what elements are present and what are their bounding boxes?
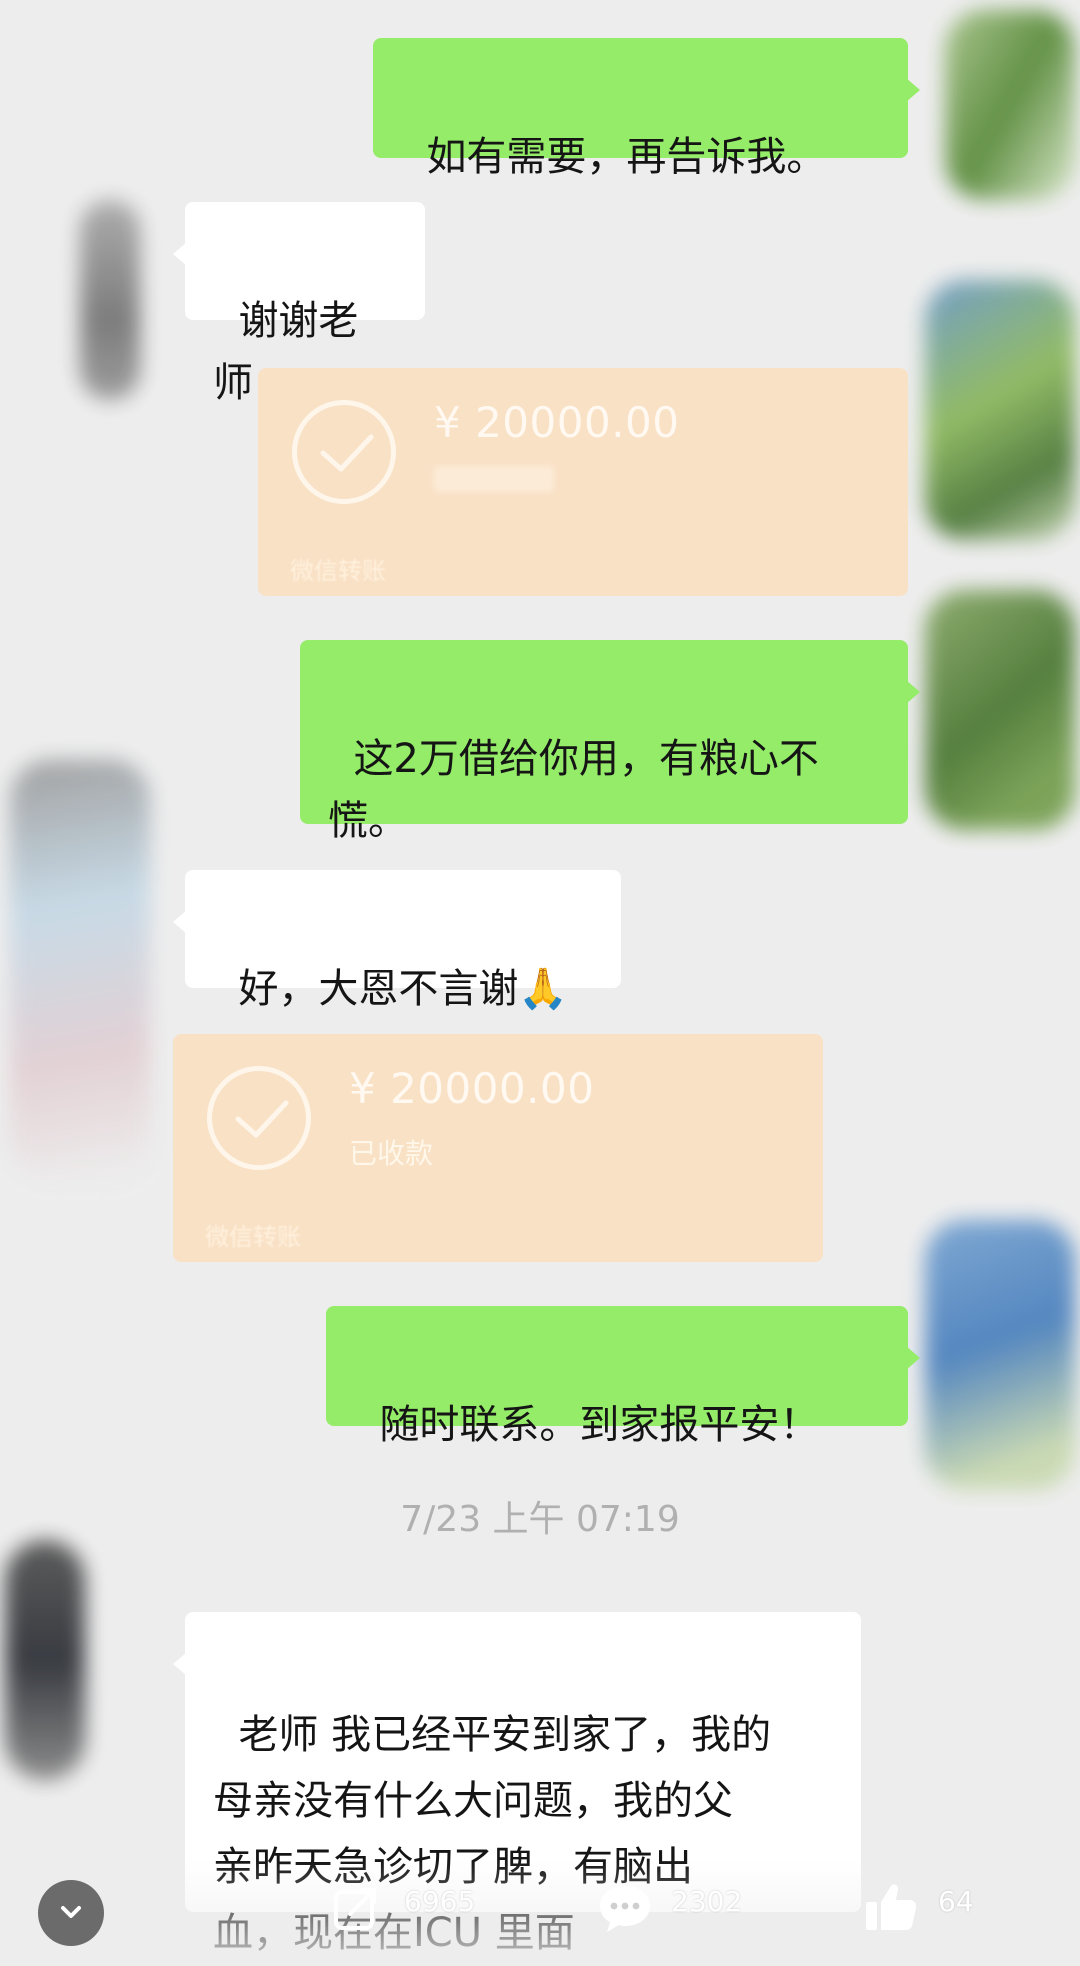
check-circle-icon (207, 1066, 311, 1170)
avatar-sender-1 (945, 10, 1075, 200)
share-button[interactable] (330, 1880, 386, 1940)
comment-count: 2302 (671, 1885, 743, 1918)
like-count: 64 (938, 1885, 974, 1918)
share-count: 6965 (404, 1885, 476, 1918)
message-text: 如有需要，再告诉我。 (426, 134, 827, 180)
message-bubble-outgoing[interactable]: 如有需要，再告诉我。 (373, 38, 920, 180)
transfer-amount: ¥ 20000.00 (434, 398, 680, 447)
comment-button[interactable] (596, 1880, 654, 1940)
message-bubble-incoming[interactable]: 谢谢老师 (173, 202, 425, 406)
message-bubble-incoming[interactable]: 好，大恩不言谢🙏 (173, 870, 621, 1012)
message-text: 这2万借给你用，有粮心不 慌。 (328, 736, 819, 844)
transfer-status: 已收款 (349, 1137, 434, 1170)
like-icon (866, 1884, 917, 1930)
chevron-down-icon (61, 1906, 81, 1918)
check-circle-icon (292, 400, 396, 504)
avatar-sender-2 (925, 280, 1075, 540)
avatar-sender-4 (925, 1220, 1075, 1490)
message-bubble-outgoing[interactable]: 随时联系。到家报平安！ (326, 1306, 920, 1448)
transfer-status (434, 466, 554, 492)
timestamp-separator: 7/23 上午 07:19 (400, 1499, 680, 1540)
like-button[interactable] (862, 1880, 920, 1940)
transfer-amount: ¥ 20000.00 (349, 1064, 595, 1113)
comment-icon (600, 1886, 650, 1932)
avatar-sender-3 (925, 590, 1075, 830)
message-bubble-outgoing[interactable]: 这2万借给你用，有粮心不 慌。 (300, 640, 920, 844)
avatar-receiver-2 (10, 760, 150, 1180)
transfer-label: 微信转账 (290, 557, 386, 585)
transfer-card[interactable]: ¥ 20000.00 已收款 微信转账 (173, 1034, 823, 1262)
collapse-button[interactable] (38, 1880, 104, 1946)
transfer-label: 微信转账 (205, 1223, 301, 1251)
avatar-receiver-3 (5, 1540, 85, 1780)
message-text: 好，大恩不言谢🙏 (238, 966, 569, 1012)
message-text: 随时联系。到家报平安！ (379, 1402, 820, 1448)
transfer-card[interactable]: ¥ 20000.00 微信转账 (258, 368, 908, 596)
share-icon (334, 1888, 376, 1930)
avatar-receiver-1 (80, 200, 140, 400)
